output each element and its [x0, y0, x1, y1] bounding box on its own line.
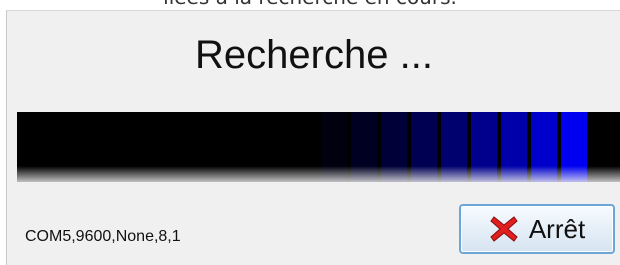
- background-caption-text: liées à la recherche en cours.: [0, 0, 620, 8]
- stop-button[interactable]: Arrêt: [459, 204, 615, 254]
- search-dialog: Recherche ... COM5,9600,None,8,1 Arrêt: [6, 10, 620, 265]
- red-x-icon: [489, 214, 519, 244]
- dialog-title: Recherche ...: [195, 33, 433, 77]
- marquee-progress-bar: [17, 112, 620, 182]
- connection-status-text: COM5,9600,None,8,1: [25, 228, 181, 245]
- stop-button-label: Arrêt: [528, 213, 586, 244]
- progress-bottom-fade: [17, 166, 620, 182]
